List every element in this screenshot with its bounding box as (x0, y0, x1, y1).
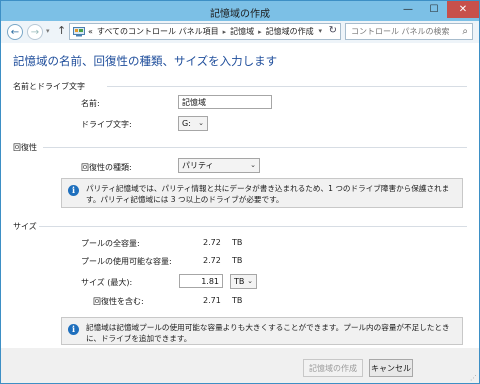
address-dropdown-icon[interactable]: ▾ (318, 27, 322, 35)
page-title: 記憶域の名前、回復性の種類、サイズを入力します (13, 54, 278, 68)
refresh-icon[interactable]: ↻ (329, 25, 337, 36)
size-unit-select[interactable]: TB ⌄ (230, 274, 257, 289)
resiliency-type-label: 回復性の種類: (81, 163, 132, 172)
resiliency-type-select[interactable]: パリティ ⌄ (178, 158, 260, 173)
recent-pages-dropdown-icon[interactable]: ▾ (46, 27, 50, 35)
pool-available-capacity-label: プールの使用可能な容量: (81, 257, 172, 266)
name-input[interactable]: 記憶域 (178, 95, 272, 109)
create-storage-space-button[interactable]: 記憶域の作成 (303, 359, 363, 377)
max-size-input[interactable]: 1.81 (179, 274, 223, 288)
maximize-button[interactable]: ☐ (421, 1, 447, 18)
navigation-bar: ← → ▾ ↑ « すべてのコントロール パネル項目 ▸ 記憶域 ▸ 記憶域の作… (1, 21, 479, 43)
search-placeholder: コントロール パネルの検索 (351, 27, 450, 36)
address-bar[interactable]: « すべてのコントロール パネル項目 ▸ 記憶域 ▸ 記憶域の作成 ▾ ↻ (69, 23, 341, 40)
up-button[interactable]: ↑ (57, 24, 66, 37)
drive-letter-value: G: (182, 119, 191, 128)
resiliency-info-text: パリティ記憶域では、パリティ情報と共にデータが書き込まれるため、1 つのドライブ… (86, 184, 450, 204)
section-divider (39, 226, 467, 227)
cancel-button[interactable]: キャンセル (369, 359, 413, 377)
section-divider (107, 86, 467, 87)
section-title-size: サイズ (13, 222, 37, 231)
name-label: 名前: (81, 99, 100, 108)
section-title-resiliency: 回復性 (13, 143, 37, 152)
resiliency-info-box: i パリティ記憶域では、パリティ情報と共にデータが書き込まれるため、1 つのドラ… (61, 178, 463, 208)
breadcrumb-separator-icon[interactable]: ▸ (223, 28, 227, 36)
including-resiliency-label: 回復性を含む: (93, 297, 144, 306)
breadcrumb-separator-icon[interactable]: ▸ (258, 28, 262, 36)
size-unit-value: TB (234, 277, 245, 286)
title-bar[interactable]: 記憶域の作成 — ☐ ✕ (1, 1, 479, 21)
control-panel-icon (73, 26, 85, 36)
breadcrumb-overflow[interactable]: « (88, 27, 93, 36)
pool-available-capacity-value: 2.72 (203, 256, 221, 265)
max-size-label: サイズ (最大): (81, 278, 133, 287)
resiliency-type-value: パリティ (182, 161, 214, 170)
drive-letter-label: ドライブ文字: (81, 120, 132, 129)
chevron-down-icon: ⌄ (198, 119, 204, 127)
search-box[interactable]: コントロール パネルの検索 ⌕ (345, 23, 473, 40)
breadcrumb-all-control-panel-items[interactable]: すべてのコントロール パネル項目 (97, 26, 219, 37)
info-icon: i (68, 185, 79, 196)
forward-button[interactable]: → (27, 24, 43, 40)
close-button[interactable]: ✕ (447, 1, 479, 18)
chevron-down-icon: ⌄ (247, 277, 253, 285)
breadcrumb-create-storage-space[interactable]: 記憶域の作成 (266, 26, 314, 37)
breadcrumb-storage-spaces[interactable]: 記憶域 (230, 26, 254, 37)
back-button[interactable]: ← (7, 24, 23, 40)
search-icon[interactable]: ⌕ (462, 26, 468, 37)
content-area: 記憶域の名前、回復性の種類、サイズを入力します 名前とドライブ文字 名前: 記憶… (1, 43, 479, 348)
resize-grip-icon[interactable]: ⋰ (470, 374, 477, 382)
pool-total-capacity-label: プールの全容量: (81, 239, 140, 248)
drive-letter-select[interactable]: G: ⌄ (178, 116, 208, 131)
pool-available-capacity-unit: TB (232, 256, 243, 265)
including-resiliency-unit: TB (232, 296, 243, 305)
including-resiliency-value: 2.71 (203, 296, 221, 305)
window: 記憶域の作成 — ☐ ✕ ← → ▾ ↑ « すべてのコントロール パネル項目 … (0, 0, 480, 384)
section-title-name-drive: 名前とドライブ文字 (13, 82, 85, 91)
size-info-text: 記憶域は記憶域プールの使用可能な容量よりも大きくすることができます。プール内の容… (86, 323, 450, 343)
chevron-down-icon: ⌄ (250, 161, 256, 169)
section-divider (43, 147, 467, 148)
info-icon: i (68, 324, 79, 335)
pool-total-capacity-unit: TB (232, 238, 243, 247)
pool-total-capacity-value: 2.72 (203, 238, 221, 247)
minimize-button[interactable]: — (395, 1, 421, 18)
size-info-box: i 記憶域は記憶域プールの使用可能な容量よりも大きくすることができます。プール内… (61, 317, 463, 345)
footer-bar: 記憶域の作成 キャンセル ⋰ (1, 348, 479, 383)
